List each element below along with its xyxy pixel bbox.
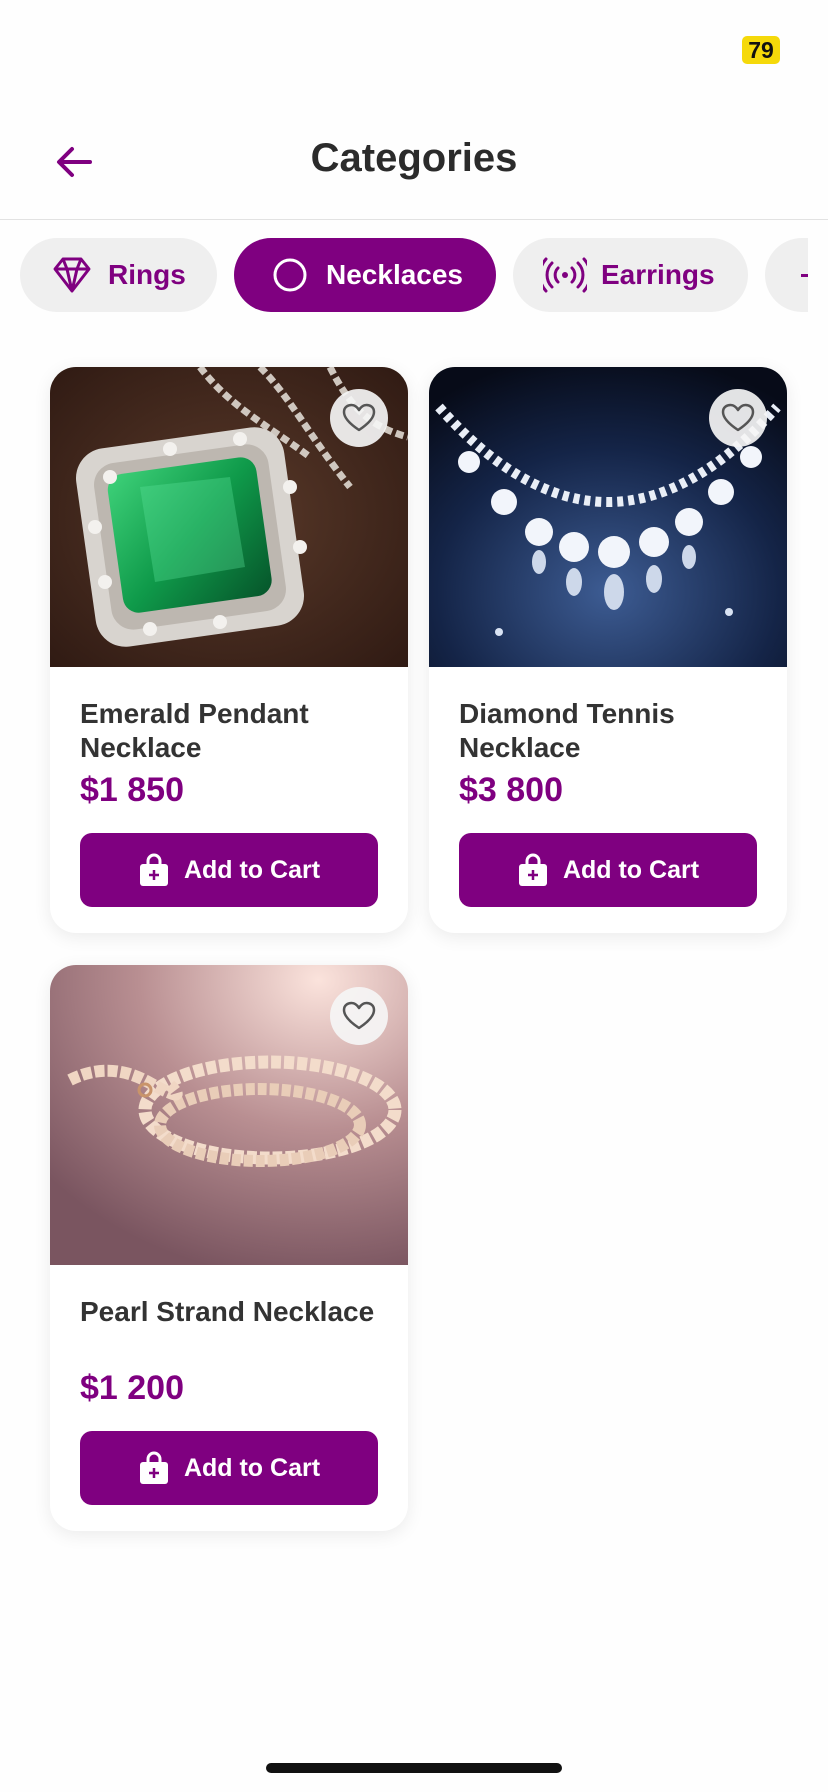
add-to-cart-label: Add to Cart bbox=[183, 855, 321, 884]
add-to-cart-button[interactable]: Add to Cart bbox=[459, 833, 757, 907]
product-card[interactable]: Emerald Pendant Necklace $1 850 Add to C… bbox=[50, 367, 408, 933]
header: Categories bbox=[0, 100, 828, 220]
broadcast-icon bbox=[543, 253, 587, 297]
shopping-bag-icon bbox=[518, 853, 547, 886]
chip-label: Rings bbox=[108, 259, 186, 290]
chip-necklaces[interactable]: Necklaces bbox=[234, 238, 496, 312]
product-price: $3 800 bbox=[459, 771, 563, 809]
heart-icon bbox=[721, 403, 755, 432]
product-name: Pearl Strand Necklace bbox=[80, 1296, 375, 1327]
status-bar: 79 bbox=[0, 0, 828, 100]
diamond-icon bbox=[50, 253, 94, 297]
page-title: Categories bbox=[310, 136, 518, 180]
add-to-cart-label: Add to Cart bbox=[183, 1453, 321, 1482]
product-card[interactable]: Pearl Strand Necklace $1 200 Add to Cart bbox=[50, 965, 408, 1531]
chip-overflow-icon bbox=[801, 273, 808, 277]
heart-icon bbox=[342, 403, 376, 432]
heart-icon bbox=[342, 1001, 376, 1030]
favorite-button[interactable] bbox=[709, 389, 767, 447]
shopping-bag-icon bbox=[139, 1451, 168, 1484]
home-indicator[interactable] bbox=[266, 1763, 562, 1773]
category-chips: Rings Necklaces Earrings bbox=[20, 238, 808, 312]
chip-label: Necklaces bbox=[326, 259, 464, 290]
chip-more[interactable] bbox=[765, 238, 808, 312]
circle-icon bbox=[268, 253, 312, 297]
shopping-bag-icon bbox=[139, 853, 168, 886]
add-to-cart-button[interactable]: Add to Cart bbox=[80, 1431, 378, 1505]
add-to-cart-button[interactable]: Add to Cart bbox=[80, 833, 378, 907]
product-name: Emerald Pendant Necklace bbox=[80, 698, 309, 763]
product-card[interactable]: Diamond Tennis Necklace $3 800 Add to Ca… bbox=[429, 367, 787, 933]
favorite-button[interactable] bbox=[330, 389, 388, 447]
chip-earrings[interactable]: Earrings bbox=[513, 238, 748, 312]
add-to-cart-label: Add to Cart bbox=[562, 855, 700, 884]
product-name: Diamond Tennis Necklace bbox=[459, 698, 675, 763]
chip-label: Earrings bbox=[601, 259, 715, 290]
chip-rings[interactable]: Rings bbox=[20, 238, 217, 312]
product-price: $1 850 bbox=[80, 771, 184, 809]
favorite-button[interactable] bbox=[330, 987, 388, 1045]
product-price: $1 200 bbox=[80, 1369, 184, 1407]
battery-indicator: 79 bbox=[742, 36, 780, 64]
